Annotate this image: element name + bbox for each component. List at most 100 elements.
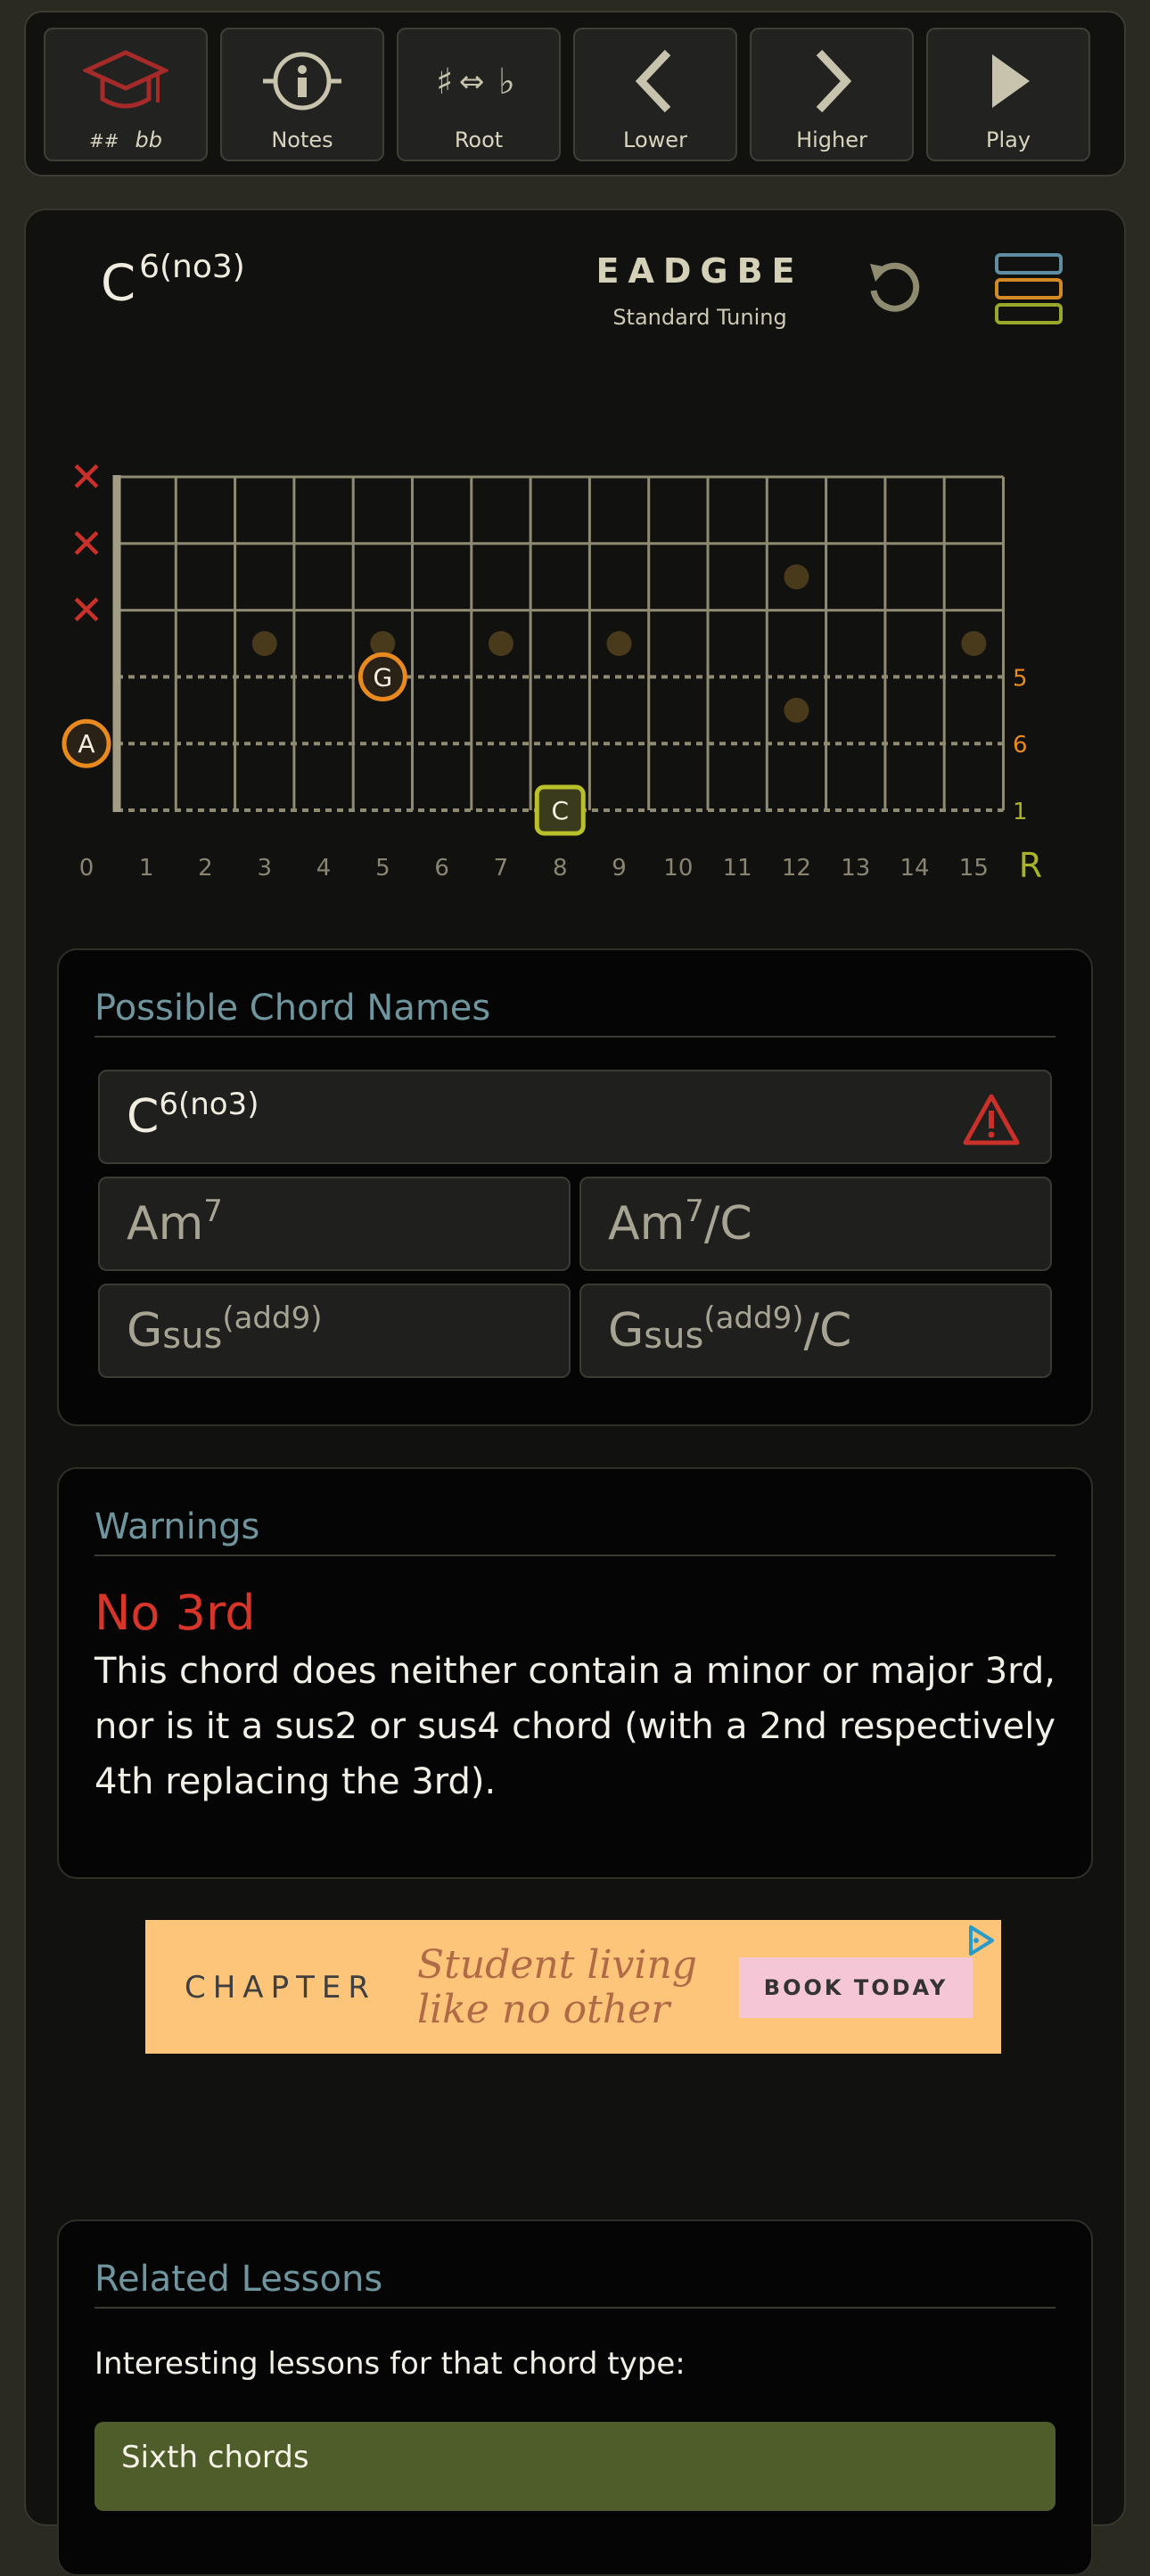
svg-text:♭: ♭ <box>498 62 515 103</box>
fret-number: 7 <box>494 855 509 882</box>
ad-cta-button[interactable]: BOOK TODAY <box>739 1957 973 2018</box>
option-root: Am <box>608 1197 686 1251</box>
fret-number: 6 <box>434 855 449 882</box>
interval-label: 1 <box>1013 799 1028 825</box>
fret-number: 14 <box>900 855 930 882</box>
fret-number: 13 <box>841 855 870 882</box>
related-lessons-card: Related Lessons Interesting lessons for … <box>57 2219 1093 2576</box>
fret-inlay <box>370 631 396 656</box>
fret-inlay <box>784 697 809 723</box>
interval-label: 5 <box>1013 665 1028 692</box>
note-label: C <box>551 796 569 825</box>
fret-inlay <box>251 631 277 656</box>
lower-button[interactable]: Lower <box>573 28 737 161</box>
interval-label: 6 <box>1013 732 1028 759</box>
higher-button[interactable]: Higher <box>750 28 914 161</box>
ad-slogan-line: Student living <box>417 1942 697 1988</box>
fret-number: 0 <box>79 855 94 882</box>
divider <box>94 2307 1056 2309</box>
fretboard[interactable]: ✕✕✕G 5A 6C 10 1 2 3 4 5 6 7 8 9 10 11 12 13 14 15 R <box>53 446 1105 891</box>
tuning-notes: EADGBE <box>596 251 804 291</box>
reset-icon[interactable] <box>863 255 925 317</box>
fret-number: 3 <box>257 855 272 882</box>
svg-text:⇔: ⇔ <box>459 64 485 100</box>
play-button[interactable]: Play <box>926 28 1090 161</box>
warning-title: No 3rd <box>94 1585 256 1641</box>
possible-chord-names-card: Possible Chord Names C 6(no3) Am 7 Am 7/C G… <box>57 948 1093 1426</box>
warnings-heading: Warnings <box>94 1506 260 1547</box>
chord-name-option[interactable]: Gsus (add9) <box>98 1284 571 1378</box>
chevron-left-icon <box>575 45 735 117</box>
fret-number: 12 <box>782 855 811 882</box>
play-icon <box>928 45 1088 117</box>
ad-brand: CHAPTER <box>185 1970 376 2006</box>
option-sup: (add9) <box>222 1300 323 1336</box>
chord-title: C 6(no3) <box>101 249 245 313</box>
fret-inlay <box>961 631 987 656</box>
ad-slogan-line: like no other <box>417 1987 670 2032</box>
chord-name-option-main[interactable]: C 6(no3) <box>98 1070 1052 1164</box>
tuning-name: Standard Tuning <box>612 305 787 330</box>
muted-string-marker: ✕ <box>70 520 104 568</box>
graduation-cap-icon <box>45 45 206 117</box>
related-lessons-intro: Interesting lessons for that chord type: <box>94 2346 686 2382</box>
toolbar: ## bb Notes ♯ ⇔ ♭ Root Lower Higher Play <box>24 11 1126 176</box>
sharps-label: ## <box>89 130 119 152</box>
fret-number: 5 <box>375 855 390 882</box>
fret-number: 8 <box>553 855 568 882</box>
fret-number: 1 <box>139 855 154 882</box>
svg-text:♯: ♯ <box>436 62 453 103</box>
option-sub: sus <box>644 1316 704 1357</box>
ad-choices-icon[interactable] <box>964 1924 998 1957</box>
notes-label: Notes <box>271 127 333 152</box>
chord-name-option[interactable]: Gsus (add9)/C <box>579 1284 1052 1378</box>
warnings-card: Warnings No 3rd This chord does neither … <box>57 1467 1093 1879</box>
option-root: G <box>608 1304 645 1358</box>
fret-number: 15 <box>959 855 989 882</box>
higher-label: Higher <box>796 127 867 152</box>
note-label: G <box>373 662 392 692</box>
warning-icon <box>963 1093 1020 1146</box>
fret-inlay <box>488 631 513 656</box>
possible-chord-names-heading: Possible Chord Names <box>94 988 491 1029</box>
option-sup: 6(no3) <box>159 1087 259 1122</box>
fret-inlay <box>606 631 632 656</box>
notes-button[interactable]: Notes <box>220 28 384 161</box>
option-suffix: /C <box>703 1197 752 1251</box>
muted-string-marker: ✕ <box>70 587 104 635</box>
warning-text: This chord does neither contain a minor … <box>94 1651 1056 1802</box>
fret-number: 4 <box>316 855 332 882</box>
lower-label: Lower <box>623 127 687 152</box>
lesson-link-sixth-chords[interactable]: Sixth chords <box>94 2422 1056 2511</box>
note-label: A <box>78 729 94 759</box>
root-button[interactable]: ♯ ⇔ ♭ Root <box>397 28 561 161</box>
root-marker: R <box>1019 846 1042 885</box>
fret-number: 11 <box>723 855 752 882</box>
divider <box>94 1036 1056 1038</box>
chevron-right-icon <box>752 45 912 117</box>
fret-number: 9 <box>612 855 627 882</box>
option-suffix: /C <box>803 1304 852 1358</box>
option-root: C <box>127 1090 160 1144</box>
chord-name-option[interactable]: Am 7 <box>98 1177 571 1271</box>
chord-name-option[interactable]: Am 7/C <box>579 1177 1052 1271</box>
option-sup: 7 <box>203 1194 223 1229</box>
option-sup: 7 <box>685 1194 704 1229</box>
flats-label: bb <box>135 127 162 152</box>
tuning-selector[interactable]: EADGBE Standard Tuning <box>579 251 820 330</box>
option-sub: sus <box>162 1316 223 1357</box>
learn-button[interactable]: ## bb <box>44 28 208 161</box>
option-sup: (add9) <box>703 1300 804 1336</box>
chord-extension: 6(no3) <box>139 249 245 285</box>
option-root: G <box>127 1304 163 1358</box>
play-label: Play <box>985 127 1031 152</box>
fret-number: 2 <box>198 855 213 882</box>
related-lessons-heading: Related Lessons <box>94 2259 383 2300</box>
layers-icon[interactable] <box>991 251 1066 332</box>
fret-inlay <box>784 564 809 590</box>
muted-string-marker: ✕ <box>70 453 104 501</box>
advertisement-banner[interactable]: CHAPTER Student living like no other BOO… <box>145 1920 1001 2054</box>
info-icon <box>222 45 382 117</box>
option-root: Am <box>127 1197 204 1251</box>
ad-slogan: Student living like no other <box>417 1943 697 2032</box>
